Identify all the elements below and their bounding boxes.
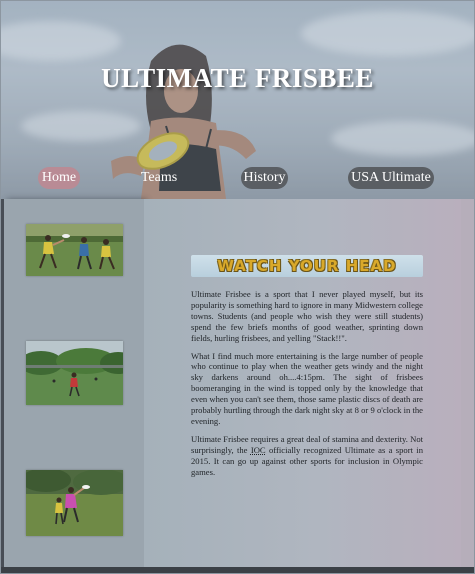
field-game-photo [26, 341, 123, 405]
nav-home-link[interactable]: Home [38, 167, 80, 189]
banner-text: WATCH YOUR HEAD [217, 257, 397, 275]
site-title: ULTIMATE FRISBEE [101, 63, 374, 93]
frisbee-players-photo [26, 224, 123, 276]
article-paragraph: Ultimate Frisbee requires a great deal o… [191, 434, 423, 478]
ioc-abbreviation[interactable]: IOC [251, 445, 266, 455]
nav-teams-link[interactable]: Teams [137, 167, 181, 189]
nav-history-link[interactable]: History [241, 167, 288, 189]
article-body: Ultimate Frisbee is a sport that I never… [191, 289, 423, 485]
catch-action-photo [26, 470, 123, 536]
watch-your-head-banner: WATCH YOUR HEAD [191, 255, 423, 277]
right-gutter [461, 199, 474, 567]
nav-usa-ultimate-link[interactable]: USA Ultimate [348, 167, 434, 189]
article-paragraph: What I find much more entertaining is th… [191, 350, 423, 426]
bottom-bar [1, 567, 474, 573]
article-paragraph: Ultimate Frisbee is a sport that I never… [191, 289, 423, 343]
